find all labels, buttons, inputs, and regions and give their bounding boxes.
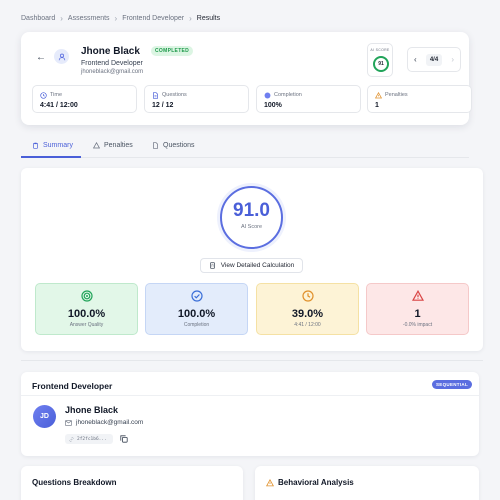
metric-value: 1 [414, 308, 421, 320]
link-icon [69, 436, 74, 442]
metric-label: Completion [183, 322, 210, 328]
tab-label: Questions [163, 142, 195, 149]
breadcrumb-frontend-developer[interactable]: Frontend Developer [122, 15, 184, 22]
tab-summary[interactable]: Summary [32, 142, 73, 149]
metric-label: Answer Quality [69, 322, 104, 328]
calculator-icon [209, 262, 215, 269]
breadcrumb: Dashboard › Assessments › Frontend Devel… [21, 14, 220, 23]
section-divider [21, 360, 483, 361]
tab-bar: Summary Penalties Questions [21, 138, 469, 158]
stat-completion: Completion 100% [256, 85, 361, 113]
candidate-email-text: jhoneblack@gmail.com [76, 419, 144, 426]
document-icon [153, 142, 158, 149]
behavioral-analysis-title: Behavioral Analysis [266, 478, 354, 487]
stat-value: 100% [264, 102, 282, 109]
stat-label: Completion [274, 92, 302, 98]
clock-icon [257, 290, 358, 305]
metric-penalties: 1 -0.0% impact [366, 283, 469, 335]
tab-label: Summary [43, 142, 73, 149]
ai-score-ring: 91 [373, 56, 389, 72]
metric-answer-quality: 100.0% Answer Quality [35, 283, 138, 335]
metric-value: 39.0% [291, 308, 324, 320]
document-icon [153, 92, 158, 99]
candidate-card-email: jhoneblack@gmail.com [65, 419, 143, 426]
view-calculation-label: View Detailed Calculation [220, 262, 295, 269]
tab-label: Penalties [104, 142, 133, 149]
metric-completion: 100.0% Completion [145, 283, 248, 335]
check-circle-icon [146, 290, 247, 305]
stat-value: 4:41 / 12:00 [40, 102, 78, 109]
stat-label: Penalties [385, 92, 408, 98]
stat-label: Time [50, 92, 63, 98]
chevron-right-icon: › [189, 14, 192, 23]
warning-icon [93, 142, 100, 149]
copy-icon[interactable] [120, 435, 128, 443]
candidate-role: Frontend Developer [81, 60, 143, 67]
clock-icon [40, 92, 47, 99]
candidate-id-chip: 2f2fc1b6... [65, 434, 113, 444]
mail-icon [65, 419, 72, 426]
ai-score-caption: AI Score [240, 224, 263, 230]
active-tab-indicator [21, 156, 81, 158]
ai-score-value: 91.0 [233, 200, 270, 221]
stat-value: 1 [375, 102, 379, 109]
user-icon [54, 49, 69, 64]
candidate-header-card: ← Jhone Black COMPLETED Frontend Develop… [21, 32, 472, 125]
candidate-id: 2f2fc1b6... [77, 436, 107, 442]
ai-score-box: AI SCORE 91 [367, 43, 393, 77]
metric-time: 39.0% 4:41 / 12:00 [256, 283, 359, 335]
status-badge: COMPLETED [151, 46, 194, 56]
breadcrumb-dashboard[interactable]: Dashboard [21, 15, 55, 22]
candidate-name: Jhone Black [81, 46, 140, 57]
questions-breakdown-title: Questions Breakdown [32, 478, 117, 487]
breadcrumb-assessments[interactable]: Assessments [68, 15, 110, 22]
warning-icon [266, 478, 274, 486]
progress-dot-icon [264, 92, 271, 99]
card-divider [21, 395, 479, 396]
assessment-title: Frontend Developer [32, 381, 113, 391]
metric-value: 100.0% [67, 308, 106, 320]
candidate-pager: ‹ 4/4 › [407, 47, 461, 72]
chevron-right-icon: › [60, 14, 63, 23]
next-candidate-button[interactable]: › [451, 55, 454, 64]
tab-questions[interactable]: Questions [152, 142, 195, 149]
view-calculation-button[interactable]: View Detailed Calculation [200, 258, 303, 273]
warning-icon [375, 92, 382, 99]
metric-label: -0.0% impact [402, 322, 433, 328]
candidate-email: jhoneblack@gmail.com [81, 69, 144, 75]
sequential-badge: SEQUENTIAL [432, 380, 473, 389]
metric-label: 4:41 / 12:00 [294, 322, 321, 328]
behavioral-analysis-label: Behavioral Analysis [278, 478, 354, 487]
metric-value: 100.0% [177, 308, 216, 320]
clipboard-icon [33, 142, 38, 149]
stat-penalties: Penalties 1 [367, 85, 472, 113]
stat-value: 12 / 12 [152, 102, 174, 109]
tab-penalties[interactable]: Penalties [93, 142, 133, 149]
candidate-card-name: Jhone Black [65, 405, 119, 415]
prev-candidate-button[interactable]: ‹ [414, 55, 417, 64]
warning-icon [367, 289, 468, 305]
chevron-right-icon: › [114, 14, 118, 23]
breadcrumb-results: Results [196, 15, 221, 22]
avatar: JD [33, 405, 56, 428]
pager-count: 4/4 [425, 53, 443, 66]
stat-questions: Questions 12 / 12 [144, 85, 249, 113]
ai-score-label: AI SCORE [370, 48, 390, 52]
back-arrow-icon[interactable]: ← [36, 52, 46, 63]
target-icon [36, 290, 137, 305]
stat-label: Questions [162, 92, 187, 98]
stat-time: Time 4:41 / 12:00 [32, 85, 137, 113]
